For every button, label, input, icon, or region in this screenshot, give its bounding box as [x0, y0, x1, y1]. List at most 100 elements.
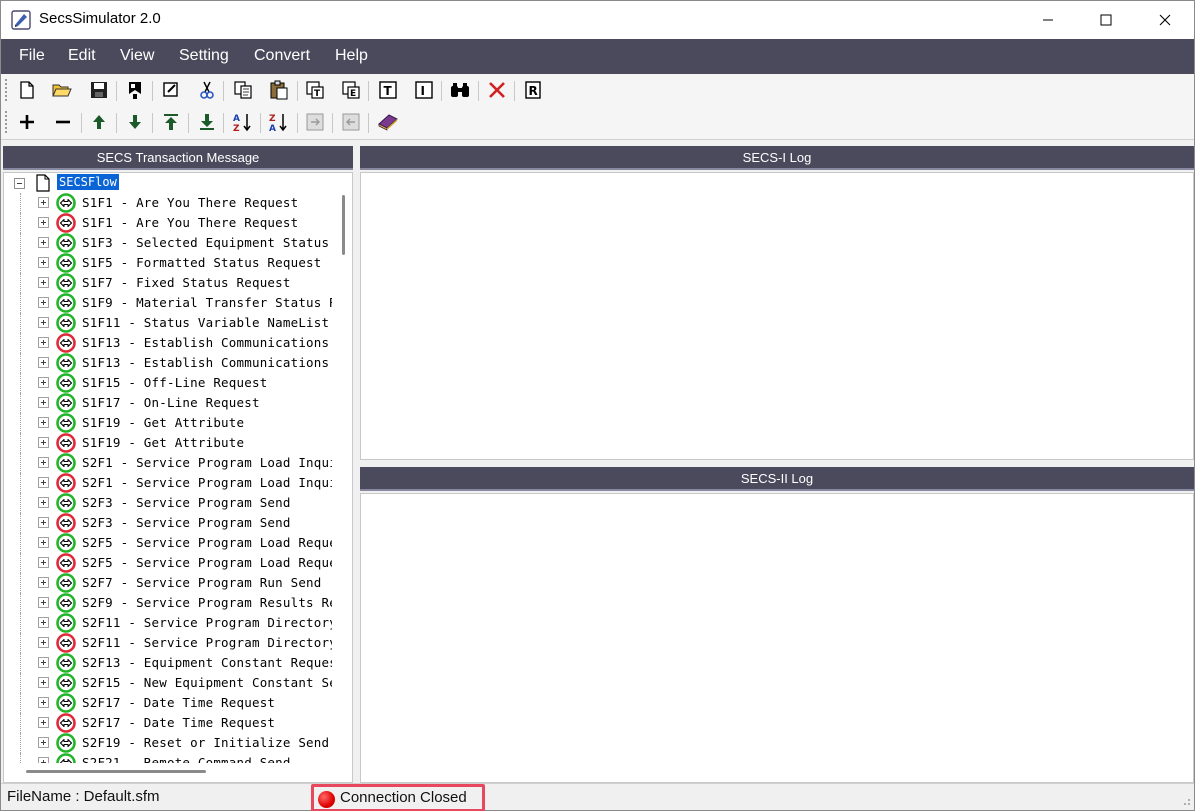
expand-icon[interactable]: [38, 237, 49, 248]
menu-edit[interactable]: Edit: [68, 47, 96, 65]
toolbar-grip[interactable]: [5, 79, 8, 101]
tree-item[interactable]: S2F21 - Remote Command Send: [4, 753, 332, 763]
tree-item-label[interactable]: S1F1 - Are You There Request: [82, 195, 298, 210]
tree-item-label[interactable]: S2F13 - Equipment Constant Request: [82, 655, 332, 670]
minimize-button[interactable]: [1019, 1, 1077, 39]
menu-convert[interactable]: Convert: [254, 47, 310, 65]
expand-icon[interactable]: [38, 417, 49, 428]
expand-icon[interactable]: [38, 657, 49, 668]
tree-item-label[interactable]: S2F17 - Date Time Request: [82, 695, 275, 710]
tree-item-label[interactable]: S2F15 - New Equipment Constant Sen: [82, 675, 332, 690]
expand-icon[interactable]: [38, 757, 49, 763]
paste-item-button[interactable]: E: [339, 78, 363, 102]
expand-icon[interactable]: [38, 477, 49, 488]
tree-item-label[interactable]: S2F1 - Service Program Load Inquir: [82, 475, 332, 490]
sort-za-button[interactable]: ZA: [267, 110, 291, 134]
horizontal-scrollbar[interactable]: [26, 770, 206, 773]
expand-icon[interactable]: [38, 637, 49, 648]
add-button[interactable]: [15, 110, 39, 134]
tree-item[interactable]: S2F11 - Service Program Directory: [4, 633, 332, 653]
secs2-log-area[interactable]: [360, 493, 1194, 783]
text-i-button[interactable]: I: [412, 78, 436, 102]
expand-icon[interactable]: [38, 377, 49, 388]
tree-item[interactable]: S2F1 - Service Program Load Inquir: [4, 473, 332, 493]
move-bottom-button[interactable]: [195, 110, 219, 134]
expand-icon[interactable]: [38, 697, 49, 708]
remove-button[interactable]: [51, 110, 75, 134]
tree-item[interactable]: S2F5 - Service Program Load Reques: [4, 533, 332, 553]
expand-icon[interactable]: [38, 277, 49, 288]
maximize-button[interactable]: [1077, 1, 1135, 39]
expand-icon[interactable]: [38, 557, 49, 568]
tree-item[interactable]: S1F19 - Get Attribute: [4, 413, 332, 433]
tree-item-label[interactable]: S2F17 - Date Time Request: [82, 715, 275, 730]
tree-item[interactable]: S1F1 - Are You There Request: [4, 213, 332, 233]
expand-icon[interactable]: [38, 497, 49, 508]
paste-button[interactable]: [267, 78, 291, 102]
tree-item-label[interactable]: S1F3 - Selected Equipment Status R: [82, 235, 332, 250]
move-down-button[interactable]: [123, 110, 147, 134]
tree-item-label[interactable]: S2F5 - Service Program Load Reques: [82, 535, 332, 550]
tree-item[interactable]: S1F1 - Are You There Request: [4, 193, 332, 213]
tree-item-label[interactable]: S2F1 - Service Program Load Inquir: [82, 455, 332, 470]
expand-icon[interactable]: [38, 717, 49, 728]
menu-file[interactable]: File: [19, 47, 45, 65]
tree-item[interactable]: S2F9 - Service Program Results Req: [4, 593, 332, 613]
open-button[interactable]: [50, 78, 74, 102]
move-up-button[interactable]: [87, 110, 111, 134]
tree-item[interactable]: S2F11 - Service Program Directory: [4, 613, 332, 633]
tree-item-label[interactable]: S2F21 - Remote Command Send: [82, 755, 291, 763]
expand-icon[interactable]: [38, 537, 49, 548]
transaction-tree[interactable]: SECSFlow S1F1 - Are You There Request S1F…: [3, 172, 353, 783]
tree-item[interactable]: S2F5 - Service Program Load Reques: [4, 553, 332, 573]
delete-button[interactable]: [485, 78, 509, 102]
expand-icon[interactable]: [38, 197, 49, 208]
tree-item-label[interactable]: S2F5 - Service Program Load Reques: [82, 555, 332, 570]
tree-root-label[interactable]: SECSFlow: [57, 174, 119, 190]
tree-item[interactable]: S2F7 - Service Program Run Send: [4, 573, 332, 593]
menu-view[interactable]: View: [120, 47, 154, 65]
tree-item[interactable]: S1F11 - Status Variable NameList R: [4, 313, 332, 333]
tree-item-label[interactable]: S1F1 - Are You There Request: [82, 215, 298, 230]
expand-icon[interactable]: [38, 397, 49, 408]
tree-item-label[interactable]: S1F17 - On-Line Request: [82, 395, 260, 410]
bookmark-button[interactable]: [123, 78, 147, 102]
expand-icon[interactable]: [38, 677, 49, 688]
sort-az-button[interactable]: AZ: [231, 110, 255, 134]
copy-item-button[interactable]: T: [303, 78, 327, 102]
expand-icon[interactable]: [38, 437, 49, 448]
tree-item-label[interactable]: S1F7 - Fixed Status Request: [82, 275, 291, 290]
copy-button[interactable]: [231, 78, 255, 102]
expand-icon[interactable]: [38, 617, 49, 628]
tree-item[interactable]: S1F5 - Formatted Status Request: [4, 253, 332, 273]
expand-icon[interactable]: [38, 257, 49, 268]
tree-item-label[interactable]: S1F5 - Formatted Status Request: [82, 255, 322, 270]
tree-item[interactable]: S2F13 - Equipment Constant Request: [4, 653, 332, 673]
toolbar-grip[interactable]: [5, 111, 8, 133]
tree-item-label[interactable]: S1F13 - Establish Communications R: [82, 355, 332, 370]
tree-item[interactable]: S1F13 - Establish Communications R: [4, 333, 332, 353]
save-button[interactable]: [87, 78, 111, 102]
collapse-button[interactable]: [339, 110, 363, 134]
tree-item-label[interactable]: S1F19 - Get Attribute: [82, 415, 244, 430]
expand-icon[interactable]: [38, 337, 49, 348]
tree-item[interactable]: S2F15 - New Equipment Constant Sen: [4, 673, 332, 693]
tree-item-label[interactable]: S1F13 - Establish Communications R: [82, 335, 332, 350]
tree-item[interactable]: S2F19 - Reset or Initialize Send: [4, 733, 332, 753]
expand-icon[interactable]: [38, 217, 49, 228]
secs1-log-area[interactable]: [360, 172, 1194, 460]
expand-icon[interactable]: [38, 517, 49, 528]
tree-item-label[interactable]: S2F11 - Service Program Directory: [82, 615, 332, 630]
tree-item-label[interactable]: S1F19 - Get Attribute: [82, 435, 244, 450]
collapse-icon[interactable]: [14, 178, 25, 189]
tree-item-label[interactable]: S1F9 - Material Transfer Status Re: [82, 295, 332, 310]
tree-item[interactable]: S2F1 - Service Program Load Inquir: [4, 453, 332, 473]
tree-item[interactable]: S1F9 - Material Transfer Status Re: [4, 293, 332, 313]
tree-item-label[interactable]: S2F11 - Service Program Directory: [82, 635, 332, 650]
tree-item[interactable]: S1F3 - Selected Equipment Status R: [4, 233, 332, 253]
expand-icon[interactable]: [38, 597, 49, 608]
expand-button[interactable]: [303, 110, 327, 134]
tree-item-label[interactable]: S2F9 - Service Program Results Req: [82, 595, 332, 610]
find-button[interactable]: [448, 78, 472, 102]
expand-icon[interactable]: [38, 457, 49, 468]
